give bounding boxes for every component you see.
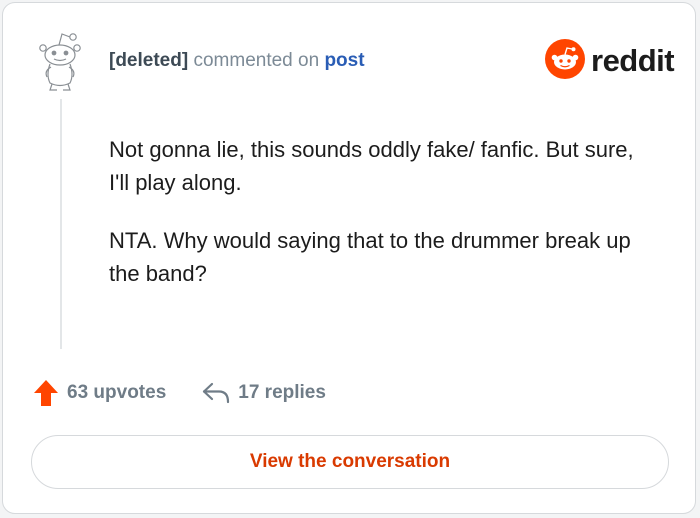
comment-header: [deleted] commented on post (109, 49, 365, 73)
comment-stats: 63 upvotes 17 replies (33, 375, 326, 411)
replies-stat[interactable]: 17 replies (202, 382, 326, 404)
comment-body: Not gonna lie, this sounds oddly fake/ f… (109, 133, 649, 315)
upvotes-count: 63 upvotes (67, 382, 167, 403)
reddit-wordmark: reddit (591, 43, 675, 78)
reply-arrow-icon (202, 382, 230, 404)
deleted-user-avatar-icon (37, 31, 83, 93)
reddit-snoo-icon (545, 38, 585, 84)
post-link[interactable]: post (324, 50, 364, 71)
thread-line (60, 99, 62, 349)
upvote-arrow-icon (33, 379, 59, 407)
comment-embed-card: [deleted] commented on post reddit Not g… (2, 2, 696, 514)
reddit-logo[interactable]: reddit (545, 38, 675, 84)
comment-author[interactable]: [deleted] (109, 50, 188, 71)
comment-paragraph-1: Not gonna lie, this sounds oddly fake/ f… (109, 137, 634, 195)
upvotes-stat[interactable]: 63 upvotes (33, 379, 166, 407)
view-conversation-button[interactable]: View the conversation (31, 435, 669, 489)
comment-paragraph-2: NTA. Why would saying that to the drumme… (109, 228, 631, 286)
comment-action-text: commented on (193, 50, 320, 71)
replies-count: 17 replies (238, 382, 326, 403)
